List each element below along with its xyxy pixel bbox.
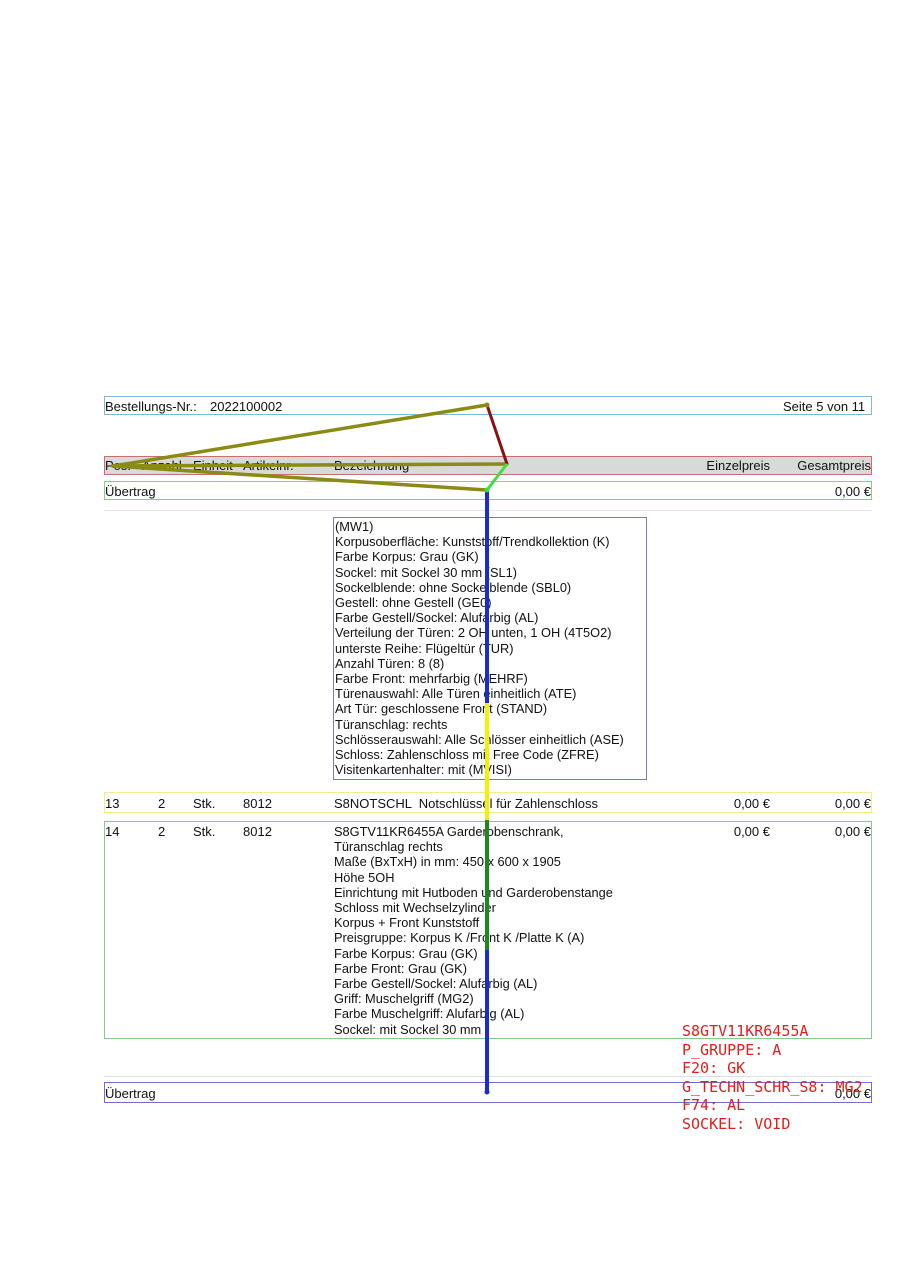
- red-note-line: F20: GK: [682, 1059, 746, 1077]
- red-note-line: S8GTV11KR6455A: [682, 1022, 809, 1040]
- red-note-line: P_GRUPPE: A: [682, 1040, 782, 1059]
- red-annotation-note: S8GTV11KR6455A P_GRUPPE: A F20: GK G_TECHN_…: [682, 1022, 863, 1133]
- olive-line-c: [111, 464, 489, 492]
- red-note-line: F74: AL: [682, 1096, 746, 1114]
- blue-end-node: [484, 1089, 490, 1095]
- bright-green-node: [484, 487, 490, 493]
- red-note-line: SOCKEL: VOID: [682, 1114, 791, 1133]
- darkred-line: [485, 404, 509, 465]
- olive-line-a: [111, 403, 489, 468]
- olive-node-top: [484, 402, 490, 408]
- bright-green-line: [485, 463, 509, 491]
- red-note-line: G_TECHN_SCHR_S8: MG2: [682, 1077, 863, 1096]
- olive-line-b: [111, 462, 509, 468]
- olive-annotation-lines: [111, 403, 509, 492]
